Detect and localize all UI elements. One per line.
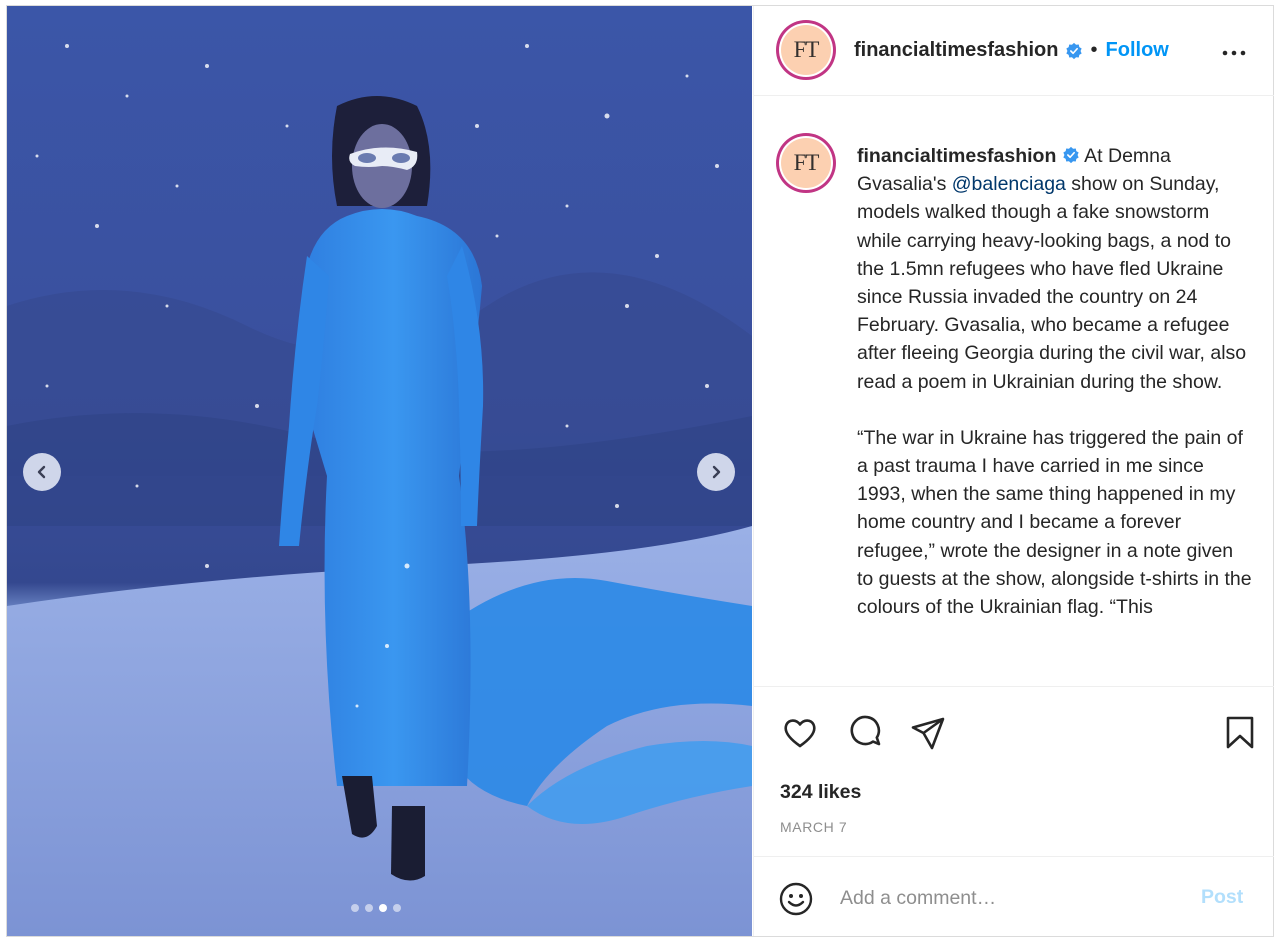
avatar-logo: FT [781,25,831,75]
carousel-dot [351,904,359,912]
send-icon [911,717,945,750]
post-modal: FT financialtimesfashion • Follow FT fin… [6,5,1274,937]
more-horizontal-icon [1222,50,1246,56]
post-photo [7,6,752,936]
save-button[interactable] [1220,713,1260,753]
bookmark-icon [1226,716,1254,749]
caption-username-link[interactable]: financialtimesfashion [857,145,1056,167]
like-button[interactable] [780,713,820,753]
emoji-button[interactable] [776,879,816,919]
carousel-dot-active [379,904,387,912]
carousel-indicator [351,904,401,912]
caption-paragraph: “The war in Ukraine has triggered the pa… [857,426,1252,619]
verified-badge-icon [1065,42,1082,59]
emoji-icon [779,882,813,916]
caption-section: FT financialtimesfashion At Demna Gvasal… [754,97,1274,685]
carousel-dot [393,904,401,912]
post-media [7,6,752,936]
likes-count[interactable]: 324 likes [780,781,861,804]
post-comment-button[interactable]: Post [1201,886,1243,909]
carousel-dot [365,904,373,912]
more-options-button[interactable] [1220,39,1248,72]
avatar[interactable]: FT [776,133,836,193]
post-header: FT financialtimesfashion • Follow [754,6,1274,96]
separator-dot: • [1090,39,1098,61]
post-date[interactable]: MARCH 7 [780,819,847,835]
post-actions: 324 likes MARCH 7 [754,686,1274,856]
avatar[interactable]: FT [776,20,836,80]
comment-icon [850,715,881,746]
comment-form: Post [754,856,1274,936]
next-slide-button[interactable] [697,453,735,491]
caption-text: show on Sunday, models walked though a f… [857,173,1247,393]
follow-button[interactable]: Follow [1106,39,1169,62]
mention-link[interactable]: @balenciaga [952,173,1066,195]
comment-button[interactable] [846,713,886,753]
username-link[interactable]: financialtimesfashion [854,39,1059,62]
post-caption: financialtimesfashion At Demna Gvasalia'… [857,142,1252,649]
avatar-logo: FT [781,138,831,188]
share-button[interactable] [908,713,948,753]
previous-slide-button[interactable] [23,453,61,491]
verified-badge-icon [1063,146,1079,164]
heart-icon [784,719,816,748]
chevron-left-icon [37,465,46,479]
chevron-right-icon [712,465,721,479]
post-side-panel: FT financialtimesfashion • Follow FT fin… [753,6,1274,936]
comment-input[interactable] [840,883,1170,913]
